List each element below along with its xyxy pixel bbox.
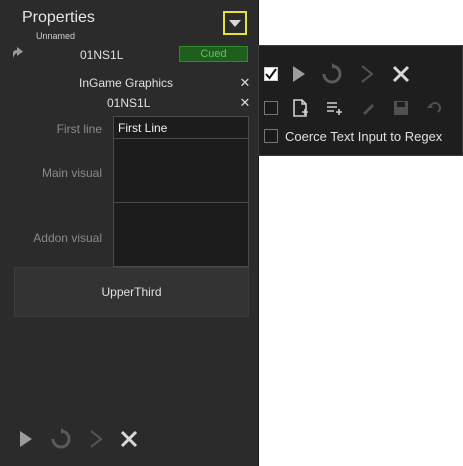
upperthird-button[interactable]: UpperThird <box>14 267 249 317</box>
close-template-icon[interactable]: ✕ <box>239 76 251 89</box>
field-label-main-visual: Main visual <box>41 166 102 180</box>
status-badge: Cued <box>179 46 248 62</box>
next-button[interactable] <box>82 425 108 453</box>
row1-checkbox[interactable] <box>264 67 278 81</box>
menu-play-button[interactable] <box>285 61 311 87</box>
stop-icon <box>392 65 410 83</box>
properties-panel: Properties Unnamed 01NS1L Cued InGame Gr… <box>0 0 259 466</box>
close-layer-icon[interactable]: ✕ <box>239 96 251 109</box>
item-name: 01NS1L <box>80 48 124 62</box>
update-button[interactable] <box>48 425 74 453</box>
stop-button[interactable] <box>116 425 142 453</box>
play-button[interactable] <box>12 425 38 453</box>
first-line-value: First Line <box>118 121 168 135</box>
layer-name: 01NS1L <box>107 96 151 110</box>
menu-save-button[interactable] <box>388 95 414 121</box>
menu-undo-button[interactable] <box>421 95 447 121</box>
menu-new-button[interactable] <box>287 95 313 121</box>
panel-subtitle: Unnamed <box>36 31 76 41</box>
new-document-icon <box>293 99 308 117</box>
panel-title: Properties <box>22 9 95 26</box>
menu-add-list-button[interactable] <box>321 95 347 121</box>
regex-checkbox[interactable] <box>264 129 278 143</box>
edit-icon <box>363 104 374 115</box>
undo-icon <box>427 102 441 113</box>
stop-icon <box>120 430 138 448</box>
main-visual-input[interactable] <box>113 138 249 203</box>
arrow-up-right-icon <box>13 47 23 58</box>
template-name: InGame Graphics <box>79 76 174 90</box>
chevron-down-icon <box>229 19 241 27</box>
next-icon <box>90 430 103 448</box>
row2-checkbox[interactable] <box>264 101 278 115</box>
menu-next-button[interactable] <box>353 61 379 87</box>
update-icon <box>51 428 71 449</box>
play-icon <box>293 66 305 82</box>
field-label-addon-visual: Addon visual <box>33 231 102 245</box>
update-icon <box>322 63 342 84</box>
save-icon <box>394 101 408 115</box>
first-line-input[interactable]: First Line <box>113 116 249 139</box>
add-list-icon <box>327 102 342 115</box>
menu-stop-button[interactable] <box>388 61 414 87</box>
menu-edit-button[interactable] <box>355 95 381 121</box>
field-label-first-line: First line <box>56 122 102 136</box>
play-icon <box>20 431 32 447</box>
addon-visual-input[interactable] <box>113 202 249 267</box>
menu-update-button[interactable] <box>319 61 345 87</box>
regex-label: Coerce Text Input to Regex <box>285 129 443 144</box>
menu-dropdown-button[interactable] <box>223 11 247 35</box>
check-icon <box>265 68 277 80</box>
next-icon <box>361 65 374 83</box>
options-dropdown-menu: Coerce Text Input to Regex <box>258 45 463 156</box>
